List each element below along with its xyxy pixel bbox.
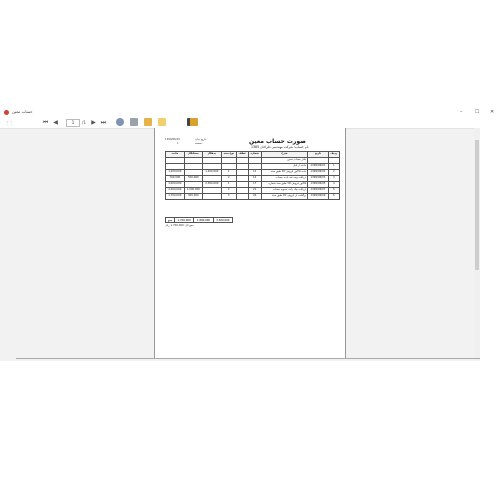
totals-row: 3,500,000 1,800,000 1,700,000 جمع [165, 217, 234, 223]
folder-open-icon[interactable] [158, 118, 166, 126]
totals-table: 3,500,000 1,800,000 1,700,000 جمع [165, 217, 234, 223]
viewer-bottom-edge [16, 358, 480, 359]
zoom-icon[interactable] [116, 118, 124, 126]
page-number-value: 1 [177, 142, 179, 145]
ledger-table: ردیف تاریخ شرح شماره عطف نوع سند بدهکار … [165, 151, 341, 200]
next-page-icon[interactable]: ▶ [90, 119, 97, 126]
exit-icon[interactable] [187, 118, 198, 126]
total-debit: 3,500,000 [212, 217, 234, 223]
report-title: صورت حساب معین [249, 138, 306, 145]
minimize-button[interactable]: – [460, 109, 463, 115]
page-label: صفحه: [195, 142, 203, 145]
print-date-label: تاریخ چاپ: [195, 138, 207, 141]
print-icon[interactable] [130, 118, 138, 126]
table-row: 6 1399/06/09 برگشت از فروش کالا طبق سند 24 3… [165, 193, 341, 200]
last-page-icon[interactable]: ⏭ [100, 119, 107, 126]
app-icon [4, 110, 9, 115]
page-total-label: /1 [82, 120, 86, 125]
toolbar-grip-icon: ⋮⋮ [5, 120, 13, 125]
total-credit: 1,800,000 [193, 217, 214, 223]
previous-page-icon[interactable]: ◀ [52, 119, 59, 126]
maximize-button[interactable]: ☐ [475, 109, 479, 115]
print-date-value: 1399/06/10 [165, 138, 180, 141]
first-page-icon[interactable]: ⏮ [42, 119, 49, 126]
page-number-input[interactable]: 1 [66, 119, 80, 127]
save-icon[interactable] [144, 118, 152, 126]
title-bar [0, 108, 500, 118]
footer-note: جمع کل: 1,700,000 ریال [165, 224, 194, 227]
totals-label: جمع [165, 217, 175, 223]
close-button[interactable]: ✕ [490, 109, 494, 115]
account-name-line: نام حساب: شرکت مهندسی طراحان 1385 [251, 145, 309, 149]
window-title: حساب معین [12, 109, 33, 114]
report-page: صورت حساب معین تاریخ چاپ: 1399/06/10 صفح… [154, 128, 346, 358]
scrollbar-thumb[interactable] [475, 140, 479, 270]
total-balance: 1,700,000 [173, 217, 195, 223]
